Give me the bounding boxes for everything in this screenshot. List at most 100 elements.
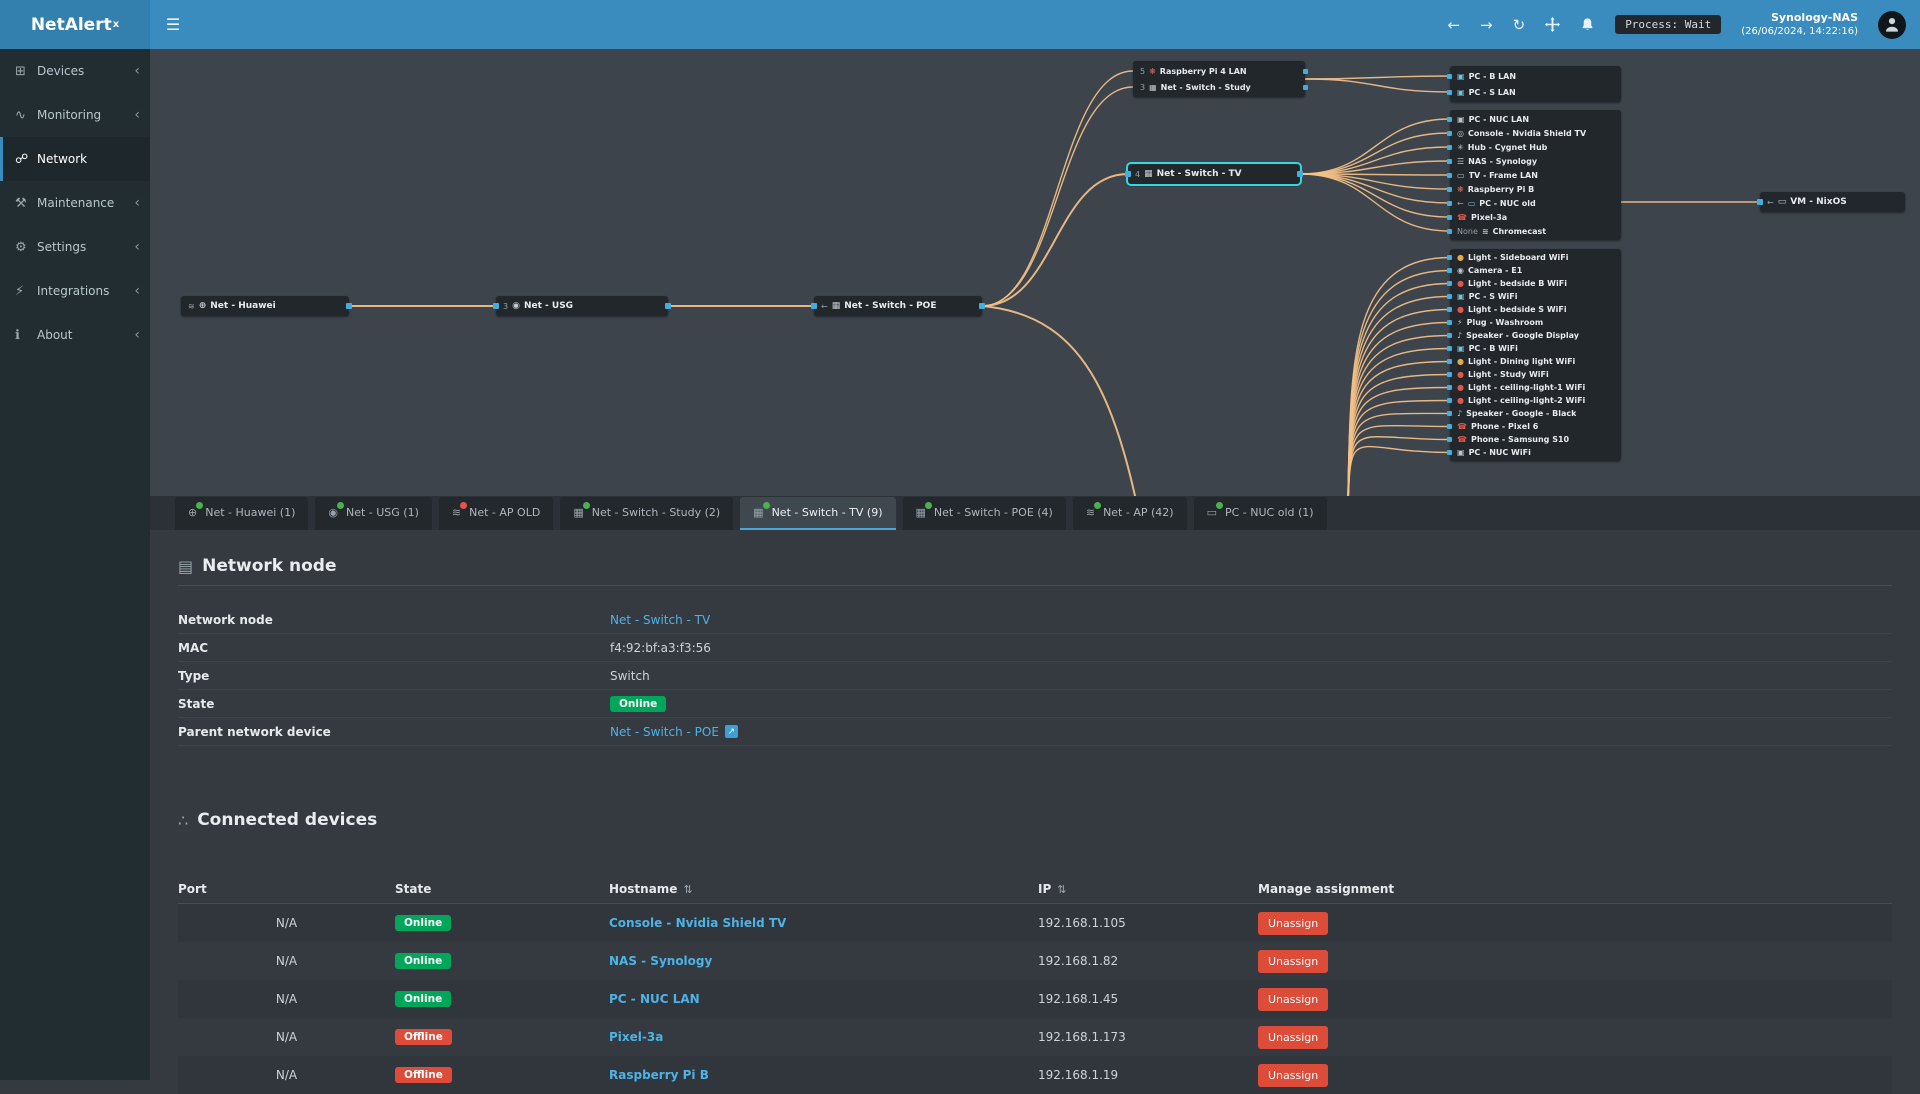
device-net-switch-study[interactable]: 3 ▦ Net - Switch - Study [1133,79,1308,95]
unassign-button[interactable]: Unassign [1258,1063,1329,1087]
sidebar-item-network[interactable]: ☍ Network [0,137,150,181]
port-connector [1447,281,1452,286]
unassign-button[interactable]: Unassign [1258,911,1329,935]
device-raspberry-pi-b[interactable]: ❋ Raspberry Pi B [1447,182,1621,196]
field-value-text: Switch [610,668,650,683]
external-link-icon[interactable]: ↗ [724,725,738,738]
device-label: PC - S LAN [1468,87,1516,97]
hostname-link[interactable]: Console - Nvidia Shield TV [609,916,786,930]
hostname-link[interactable]: Pixel-3a [609,1030,663,1044]
device-type-icon: ⊕ [198,301,207,311]
sidebar-item-integrations[interactable]: ⚡ Integrations ‹ [0,269,150,313]
port-connector [1447,398,1452,403]
move-pan-icon[interactable] [1545,17,1561,32]
field-value-link[interactable]: Net - Switch - TV [610,613,710,627]
topology-canvas[interactable]: ≋ ⊕ Net - Huawei 3 ◉ Net - USG ← ▦ Net -… [150,49,1920,496]
column-header-ip[interactable]: IP ⇅ [1038,882,1258,896]
sort-icon[interactable]: ⇅ [683,883,692,896]
hostname-cell: Console - Nvidia Shield TV [609,916,1038,930]
unassign-button[interactable]: Unassign [1258,1025,1329,1049]
device-camera-e1[interactable]: ◉ Camera - E1 [1447,264,1621,277]
device-label: Plug - Washroom [1466,318,1544,327]
device-console-nvidia-shield-tv[interactable]: ◎ Console - Nvidia Shield TV [1447,126,1621,140]
back-button[interactable]: ← [1447,16,1460,34]
sidebar-item-settings[interactable]: ⚙ Settings ‹ [0,225,150,269]
manage-cell: Unassign [1258,949,1892,973]
device-speaker-google-display[interactable]: ♪ Speaker - Google Display [1447,329,1621,342]
device-pc-nuc-wifi[interactable]: ▣ PC - NUC WiFi [1447,446,1621,459]
device-label: Light - ceiling-light-2 WiFi [1467,396,1586,405]
device-tv-frame-lan[interactable]: ▭ TV - Frame LAN [1447,168,1621,182]
sidebar-item-maintenance[interactable]: ⚒ Maintenance ‹ [0,181,150,225]
device-light-bedside-b-wifi[interactable]: ● Light - bedside B WiFi [1447,277,1621,290]
device-light-ceiling-light-2-wifi[interactable]: ● Light - ceiling-light-2 WiFi [1447,394,1621,407]
device-pc-b-wifi[interactable]: ▣ PC - B WiFi [1447,342,1621,355]
device-raspberry-pi-4-lan[interactable]: 5 ❋ Raspberry Pi 4 LAN [1133,63,1308,79]
server-name: Synology-NAS [1770,10,1858,24]
node-net-huawei[interactable]: ≋ ⊕ Net - Huawei [181,296,352,316]
node-vm-nixos[interactable]: ← ▭ VM - NixOS [1757,192,1905,212]
device-chromecast[interactable]: None ≋ Chromecast [1447,224,1621,238]
sidebar-item-about[interactable]: ℹ About ‹ [0,313,150,357]
hostname-link[interactable]: NAS - Synology [609,954,712,968]
topology-edge [981,70,1134,307]
hostname-link[interactable]: PC - NUC LAN [609,992,700,1006]
field-value-link[interactable]: Net - Switch - POE [610,725,719,739]
port-connector [979,303,985,309]
unassign-button[interactable]: Unassign [1258,949,1329,973]
node-net-usg[interactable]: 3 ◉ Net - USG [493,296,671,316]
forward-button[interactable]: → [1480,16,1493,34]
device-plug-washroom[interactable]: ⚡ Plug - Washroom [1447,316,1621,329]
device-pc-b-lan[interactable]: ▣ PC - B LAN [1447,68,1621,84]
tab-net-huawei-1[interactable]: ⊕ Net - Huawei (1) [175,497,309,530]
column-header-state[interactable]: State [395,882,609,896]
unassign-button[interactable]: Unassign [1258,987,1329,1011]
sidebar-toggle-button[interactable]: ☰ [150,0,196,49]
device-phone-samsung-s10[interactable]: ☎ Phone - Samsung S10 [1447,433,1621,446]
sort-icon[interactable]: ⇅ [1057,883,1066,896]
device-nas-synology[interactable]: ☰ NAS - Synology [1447,154,1621,168]
sidebar-item-monitoring[interactable]: ∿ Monitoring ‹ [0,93,150,137]
tab-net-switch-study-2[interactable]: ▦ Net - Switch - Study (2) [560,497,734,530]
field-type: Type Switch ↗ [178,662,1892,690]
device-pc-s-lan[interactable]: ▣ PC - S LAN [1447,84,1621,100]
hostname-cell: Pixel-3a [609,1030,1038,1044]
device-light-bedside-s-wifi[interactable]: ● Light - bedside S WiFi [1447,303,1621,316]
node-net-switch-poe[interactable]: ← ▦ Net - Switch - POE [811,296,985,316]
group-wifi: ● Light - Sideboard WiFi ◉ Camera - E1 ●… [1447,249,1621,461]
device-phone-pixel-6[interactable]: ☎ Phone - Pixel 6 [1447,420,1621,433]
device-pc-nuc-old[interactable]: ← ▭ PC - NUC old [1447,196,1621,210]
device-pc-s-wifi[interactable]: ▣ PC - S WiFi [1447,290,1621,303]
app-logo[interactable]: NetAlert x [0,0,150,49]
refresh-button[interactable]: ↻ [1513,16,1526,34]
port-connector [1447,424,1452,429]
device-label: Raspberry Pi B [1467,184,1535,194]
topology-edge [981,86,1134,307]
device-light-ceiling-light-1-wifi[interactable]: ● Light - ceiling-light-1 WiFi [1447,381,1621,394]
tab-net-ap-old[interactable]: ≋ Net - AP OLD [438,497,554,530]
tab-net-switch-tv-9[interactable]: ▦ Net - Switch - TV (9) [740,497,896,530]
device-hub-cygnet-hub[interactable]: ✳ Hub - Cygnet Hub [1447,140,1621,154]
sidebar-item-devices[interactable]: ⊞ Devices ‹ [0,49,150,93]
avatar[interactable] [1878,10,1906,39]
tab-pc-nuc-old-1[interactable]: ▭ PC - NUC old (1) [1193,497,1327,530]
device-type-icon: ● [1457,383,1464,392]
state-badge: Online [395,915,452,931]
device-type-icon: ❋ [1149,66,1156,76]
column-header-port[interactable]: Port [178,882,395,896]
column-header-hostname[interactable]: Hostname ⇅ [609,882,1038,896]
device-pixel-3a[interactable]: ☎ Pixel-3a [1447,210,1621,224]
device-type-icon: ☎ [1457,435,1467,444]
tab-net-usg-1[interactable]: ◉ Net - USG (1) [315,497,432,530]
tab-net-switch-poe-4[interactable]: ▦ Net - Switch - POE (4) [902,497,1066,530]
field-label: Type [178,668,210,683]
device-speaker-google-black[interactable]: ♪ Speaker - Google - Black [1447,407,1621,420]
device-light-study-wifi[interactable]: ● Light - Study WiFi [1447,368,1621,381]
device-label: Speaker - Google Display [1466,331,1580,340]
device-pc-nuc-lan[interactable]: ▣ PC - NUC LAN [1447,112,1621,126]
notifications-bell-icon[interactable] [1580,17,1595,32]
device-light-sideboard-wifi[interactable]: ● Light - Sideboard WiFi [1447,251,1621,264]
device-light-dining-light-wifi[interactable]: ● Light - Dining light WiFi [1447,355,1621,368]
tab-net-ap-42[interactable]: ≋ Net - AP (42) [1072,497,1187,530]
node-net-switch-tv[interactable]: 4 ▦ Net - Switch - TV [1125,162,1303,186]
